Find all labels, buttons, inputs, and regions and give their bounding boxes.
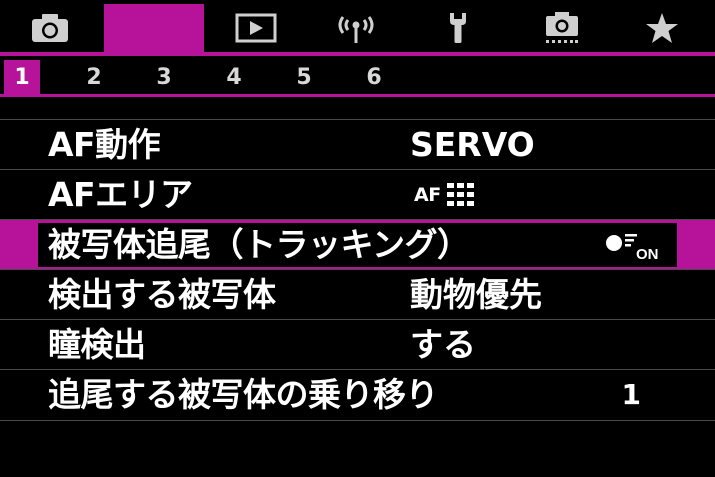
tab-custom-functions[interactable]: [530, 4, 594, 52]
menu-tab-bar: [0, 0, 715, 56]
menu-item-value: する: [410, 325, 476, 364]
tab-wireless[interactable]: [324, 4, 388, 52]
tab-playback[interactable]: [224, 4, 288, 52]
page-4[interactable]: 4: [216, 60, 252, 94]
page-5[interactable]: 5: [286, 60, 322, 94]
page-2[interactable]: 2: [76, 60, 112, 94]
page-3[interactable]: 3: [146, 60, 182, 94]
menu-item-value: 動物優先: [410, 275, 542, 314]
wireless-icon: [338, 16, 374, 43]
wrench-icon: [450, 13, 466, 43]
camera-icon: [32, 14, 68, 42]
tab-shooting[interactable]: [18, 4, 82, 52]
af-area-icon-text: AF: [414, 184, 441, 206]
tab-setup[interactable]: [428, 4, 488, 52]
menu-item-af-operation[interactable]: AF動作 SERVO: [0, 119, 715, 170]
menu-item-switching-tracked-subjects[interactable]: 追尾する被写体の乗り移り 1: [0, 369, 715, 421]
menu-item-subject-tracking[interactable]: 被写体追尾（トラッキング） ON: [0, 219, 715, 270]
menu-item-value: SERVO: [410, 125, 535, 164]
menu-item-label: AFエリア: [48, 175, 193, 214]
tracking-on-icon: ON: [606, 234, 659, 261]
page-6[interactable]: 6: [356, 60, 392, 94]
menu-item-label: AF動作: [48, 125, 161, 164]
menu-item-af-area[interactable]: AFエリア AF: [0, 169, 715, 220]
tab-af[interactable]: [104, 4, 204, 52]
tab-underline: [0, 52, 715, 56]
menu-item-label: 検出する被写体: [48, 275, 276, 314]
page-selector: 1 2 3 4 5 6: [0, 60, 715, 94]
menu-item-label: 被写体追尾（トラッキング）: [48, 225, 470, 264]
menu-item-label: 追尾する被写体の乗り移り: [48, 375, 439, 414]
custom-camera-icon: [546, 12, 578, 43]
menu-item-subject-to-detect[interactable]: 検出する被写体 動物優先: [0, 269, 715, 320]
playback-icon: [235, 13, 277, 43]
tracking-on-text: ON: [636, 246, 659, 261]
af-zone-grid-icon: [446, 183, 474, 206]
menu-item-label: 瞳検出: [48, 325, 146, 364]
star-icon: [646, 13, 678, 43]
page-1[interactable]: 1: [4, 60, 40, 94]
tab-my-menu[interactable]: [630, 4, 694, 52]
af-area-icon: AF: [414, 182, 475, 208]
menu-item-value: 1: [621, 378, 641, 411]
menu-item-eye-detection[interactable]: 瞳検出 する: [0, 319, 715, 370]
page-underline: [0, 94, 715, 97]
